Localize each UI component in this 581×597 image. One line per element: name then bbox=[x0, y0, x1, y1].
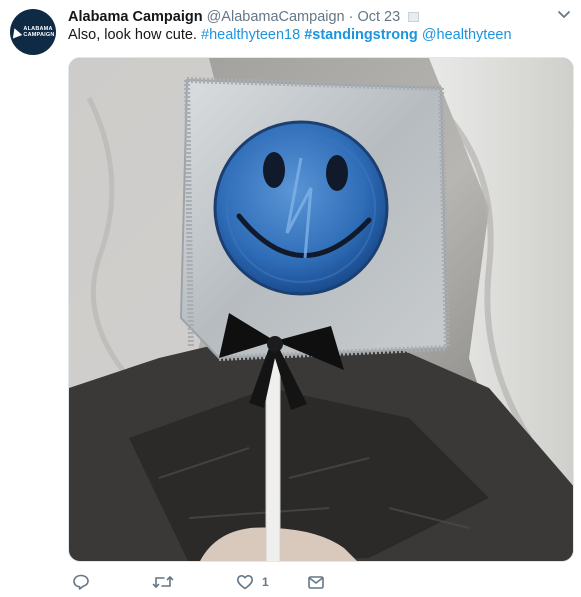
tweet-actions: 1 bbox=[68, 570, 325, 594]
separator-dot: · bbox=[348, 9, 354, 25]
tweet-header: Alabama Campaign @AlabamaCampaign · Oct … bbox=[68, 7, 551, 27]
tweet-photo[interactable] bbox=[68, 57, 574, 562]
avatar-logo-text: ALABAMA CAMPAIGN bbox=[23, 26, 54, 38]
hashtag-link[interactable]: #healthyteen18 bbox=[201, 27, 300, 43]
retweet-button[interactable] bbox=[152, 570, 174, 594]
chevron-down-icon[interactable] bbox=[557, 10, 571, 20]
photo-condom-lollipop-icon bbox=[69, 58, 573, 561]
heart-icon bbox=[237, 575, 253, 590]
translate-icon bbox=[408, 12, 420, 22]
reply-button[interactable] bbox=[72, 570, 90, 594]
avatar[interactable]: ALABAMA CAMPAIGN bbox=[10, 9, 56, 55]
tweet-text-plain: Also, look how cute. bbox=[68, 27, 201, 43]
avatar-text-line2: CAMPAIGN bbox=[23, 32, 55, 38]
tweet: ALABAMA CAMPAIGN Alabama Campaign @Alaba… bbox=[0, 0, 581, 597]
mention-link[interactable]: @healthyteen bbox=[422, 27, 512, 43]
tweet-date[interactable]: Oct 23 bbox=[357, 9, 400, 25]
hashtag-link-bold[interactable]: #standingstrong bbox=[304, 27, 418, 43]
direct-message-button[interactable] bbox=[307, 570, 325, 594]
avatar-logo: ALABAMA CAMPAIGN bbox=[10, 26, 54, 38]
author-name[interactable]: Alabama Campaign bbox=[68, 9, 203, 25]
tweet-text: Also, look how cute. #healthyteen18 #sta… bbox=[68, 27, 571, 43]
avatar-logo-mark-icon bbox=[10, 26, 23, 38]
retweet-icon bbox=[152, 576, 174, 588]
like-count: 1 bbox=[262, 575, 269, 589]
author-handle[interactable]: @AlabamaCampaign bbox=[207, 9, 345, 25]
reply-icon bbox=[73, 574, 89, 590]
envelope-icon bbox=[307, 576, 324, 589]
like-button[interactable]: 1 bbox=[236, 570, 269, 594]
